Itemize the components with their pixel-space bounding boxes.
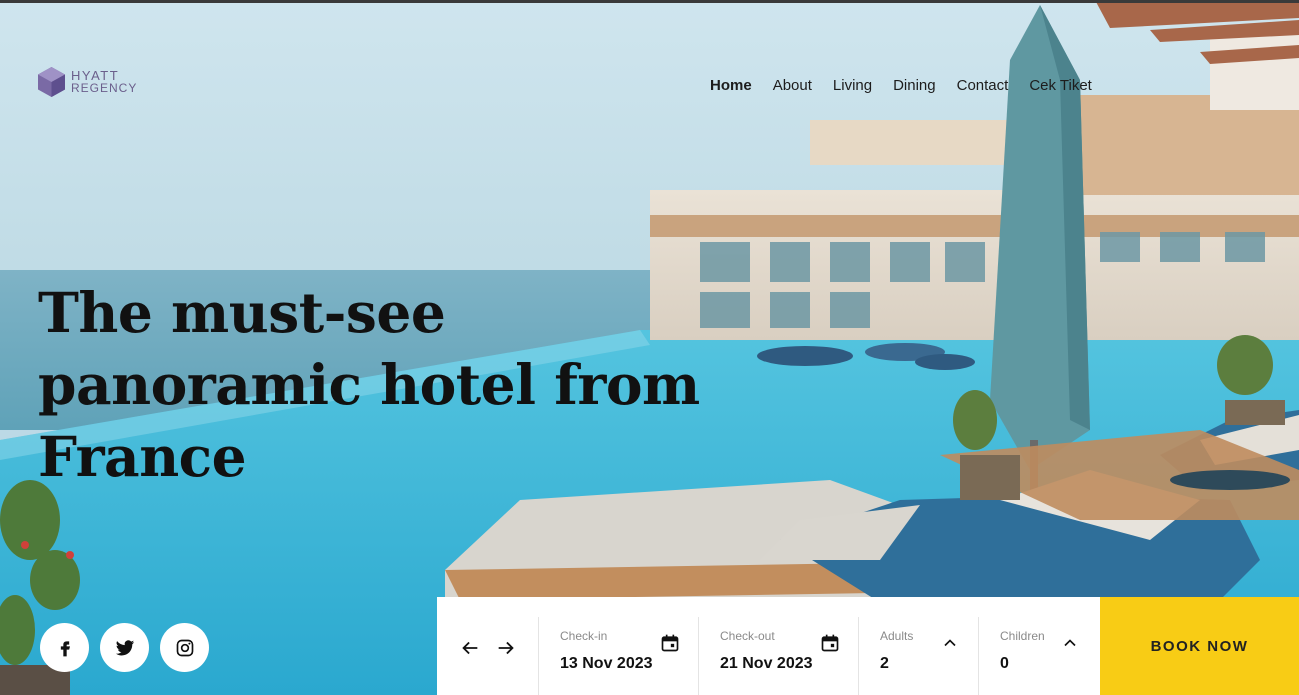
facebook-icon [60, 640, 70, 656]
nav-item-dining[interactable]: Dining [893, 77, 936, 94]
adults-value: 2 [880, 655, 889, 672]
children-value: 0 [1000, 655, 1009, 672]
twitter-icon [115, 639, 134, 655]
nav-item-contact[interactable]: Contact [957, 77, 1009, 94]
calendar-icon[interactable] [820, 633, 840, 653]
adults-label: Adults [880, 629, 914, 643]
calendar-icon[interactable] [660, 633, 680, 653]
main-nav: Home About Living Dining Contact Cek Tik… [710, 77, 1092, 95]
instagram-button[interactable] [160, 623, 209, 672]
instagram-icon [176, 639, 193, 656]
social-links [40, 623, 209, 672]
arrow-right-icon[interactable] [495, 637, 517, 659]
facebook-button[interactable] [40, 623, 89, 672]
children-field[interactable]: Children 0 [978, 617, 1098, 695]
checkin-field[interactable]: Check-in 13 Nov 2023 [538, 617, 698, 695]
nav-item-cek-tiket[interactable]: Cek Tiket [1029, 77, 1092, 94]
children-label: Children [1000, 629, 1045, 643]
arrow-left-icon[interactable] [459, 637, 481, 659]
chevron-up-icon[interactable] [940, 633, 960, 653]
top-border [0, 0, 1299, 3]
booking-bar: Check-in 13 Nov 2023 Check-out 21 Nov 20… [437, 597, 1299, 695]
twitter-button[interactable] [100, 623, 149, 672]
adults-field[interactable]: Adults 2 [858, 617, 978, 695]
brand-logo[interactable]: HYATT REGENCY [38, 67, 137, 97]
brand-name-line2: REGENCY [71, 81, 138, 95]
nav-item-living[interactable]: Living [833, 77, 872, 94]
hexagon-logo-icon [38, 67, 65, 97]
checkin-value: 13 Nov 2023 [560, 655, 653, 672]
date-arrows [437, 597, 538, 695]
checkout-field[interactable]: Check-out 21 Nov 2023 [698, 617, 858, 695]
book-now-button[interactable]: BOOK NOW [1100, 597, 1299, 695]
nav-item-about[interactable]: About [773, 77, 812, 94]
chevron-up-icon[interactable] [1060, 633, 1080, 653]
nav-item-home[interactable]: Home [710, 77, 752, 95]
checkout-value: 21 Nov 2023 [720, 655, 813, 672]
hero-title: The must-see panoramic hotel from France [38, 280, 700, 489]
brand-name: HYATT REGENCY [71, 69, 138, 95]
